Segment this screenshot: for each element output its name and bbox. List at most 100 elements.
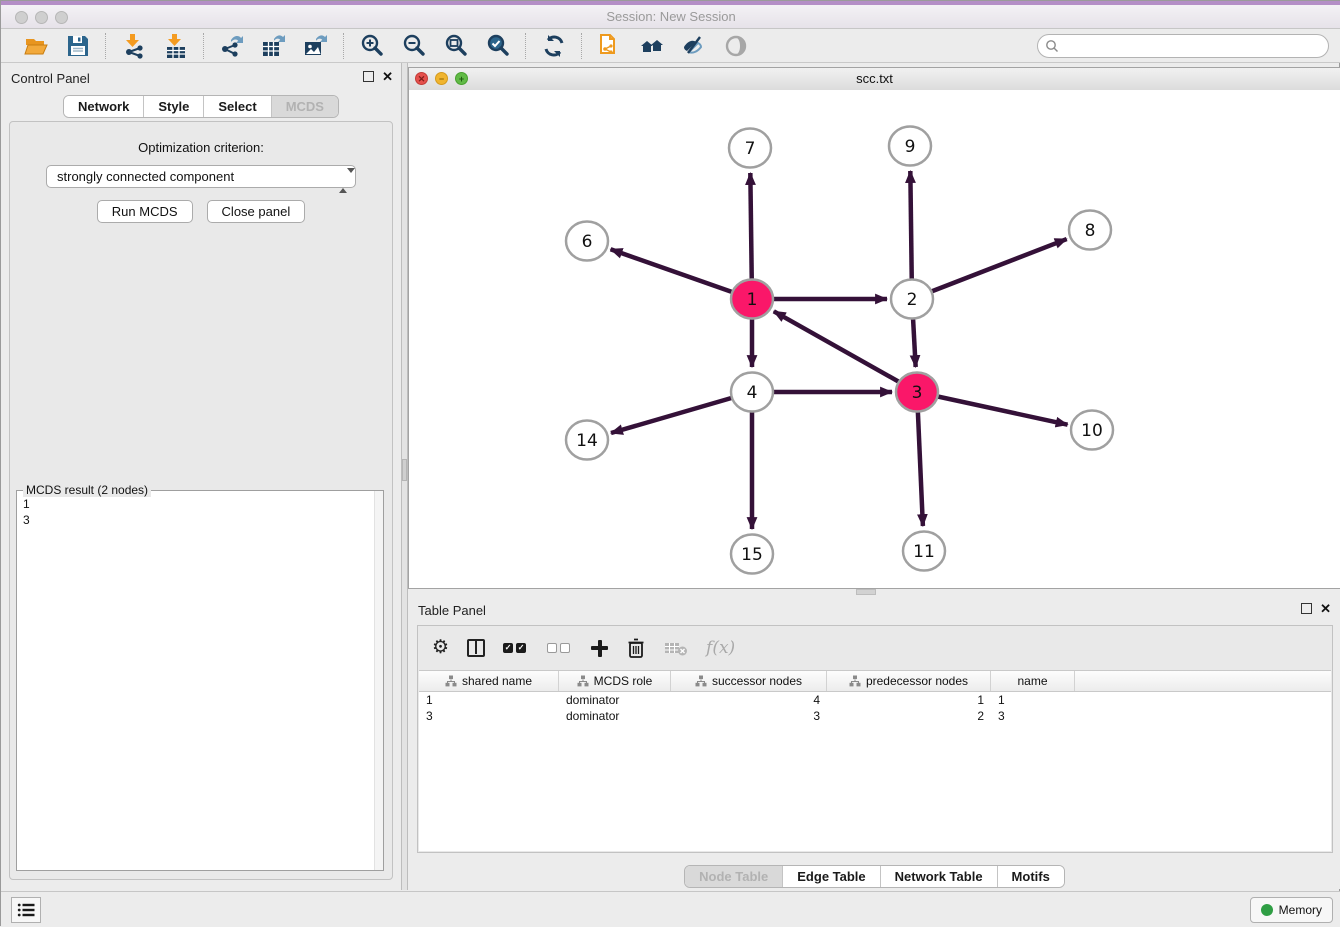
tab-network-table[interactable]: Network Table: [880, 866, 997, 887]
node-label: 1: [747, 290, 758, 310]
search-input[interactable]: [1037, 34, 1329, 58]
export-network-icon[interactable]: [219, 33, 245, 59]
table-cell: 4: [671, 692, 827, 708]
horizontal-splitter[interactable]: [408, 589, 1340, 597]
node-14[interactable]: 14: [566, 421, 608, 460]
table-row[interactable]: 3dominator323: [419, 708, 1331, 724]
network-canvas[interactable]: 7 9 6 8 1 2 4 3 14 10 15 11: [409, 90, 1340, 588]
column-label: predecessor nodes: [866, 674, 968, 688]
column-header-successor-nodes[interactable]: successor nodes: [671, 671, 827, 691]
node-4[interactable]: 4: [731, 373, 773, 412]
node-label: 14: [576, 431, 598, 451]
criterion-value: strongly connected component: [57, 169, 234, 184]
memory-label: Memory: [1279, 903, 1322, 917]
tab-style[interactable]: Style: [143, 96, 203, 117]
search-icon: [1045, 39, 1059, 53]
table-body: 1dominator4113dominator323: [419, 692, 1331, 851]
memory-button[interactable]: Memory: [1250, 897, 1333, 923]
tab-motifs[interactable]: Motifs: [997, 866, 1064, 887]
close-panel-icon[interactable]: ✕: [1320, 603, 1331, 614]
node-label: 2: [907, 290, 918, 310]
column-header-predecessor-nodes[interactable]: predecessor nodes: [827, 671, 991, 691]
add-row-icon[interactable]: [591, 640, 608, 657]
edge-1-6[interactable]: [611, 249, 752, 299]
column-header-shared-name[interactable]: shared name: [419, 671, 559, 691]
export-table-icon[interactable]: [261, 33, 287, 59]
first-neighbors-icon[interactable]: [639, 33, 665, 59]
edge-3-10[interactable]: [917, 392, 1068, 425]
network-graph[interactable]: 7 9 6 8 1 2 4 3 14 10 15 11: [409, 90, 1340, 588]
function-builder-icon[interactable]: f(x): [706, 638, 735, 658]
network-title: scc.txt: [409, 71, 1340, 86]
task-history-button[interactable]: [11, 897, 41, 923]
zoom-fit-icon[interactable]: [443, 33, 469, 59]
table-cell: 2: [827, 708, 991, 724]
tab-edge-table[interactable]: Edge Table: [782, 866, 879, 887]
unselect-all-columns-icon[interactable]: [547, 643, 573, 653]
column-type-icon: [577, 675, 589, 687]
save-session-icon[interactable]: [65, 33, 91, 59]
column-header-MCDS-role[interactable]: MCDS role: [559, 671, 671, 691]
node-11[interactable]: 11: [903, 532, 945, 571]
close-panel-button[interactable]: Close panel: [207, 200, 306, 223]
tab-select[interactable]: Select: [203, 96, 270, 117]
splitter-handle[interactable]: [402, 459, 407, 481]
tab-network[interactable]: Network: [64, 96, 143, 117]
float-panel-icon[interactable]: [363, 71, 374, 82]
table-cell: 3: [671, 708, 827, 724]
select-all-columns-icon[interactable]: ✓✓: [503, 643, 529, 653]
delete-table-icon[interactable]: [664, 639, 688, 657]
zoom-out-icon[interactable]: [401, 33, 427, 59]
zoom-selected-icon[interactable]: [485, 33, 511, 59]
vertical-splitter[interactable]: [401, 63, 408, 890]
node-8[interactable]: 8: [1069, 211, 1111, 250]
float-panel-icon[interactable]: [1301, 603, 1312, 614]
open-session-icon[interactable]: [23, 33, 49, 59]
table-row[interactable]: 1dominator411: [419, 692, 1331, 708]
import-table-icon[interactable]: [163, 33, 189, 59]
table-cell: dominator: [559, 708, 671, 724]
memory-status-icon: [1261, 904, 1273, 916]
export-image-icon[interactable]: [303, 33, 329, 59]
table-settings-icon[interactable]: ⚙: [432, 638, 449, 658]
status-bar: Memory: [1, 891, 1340, 927]
node-10[interactable]: 10: [1071, 411, 1113, 450]
column-label: shared name: [462, 674, 532, 688]
tab-node-table[interactable]: Node Table: [685, 866, 782, 887]
result-scrollbar[interactable]: [374, 491, 383, 870]
edge-3-1[interactable]: [774, 311, 917, 392]
mcds-result-lines[interactable]: 13: [17, 494, 375, 870]
table-header-row: shared name MCDS rolesuccessor nodes prede…: [419, 671, 1331, 692]
main-toolbar: [1, 29, 1340, 63]
criterion-select[interactable]: strongly connected component: [46, 165, 356, 188]
table-cell: 1: [991, 692, 1075, 708]
select-stepper-icon: [339, 170, 348, 184]
tab-mcds[interactable]: MCDS: [271, 96, 338, 117]
node-9[interactable]: 9: [889, 127, 931, 166]
graphics-details-icon[interactable]: [681, 33, 707, 59]
mcds-panel: Optimization criterion: strongly connect…: [9, 121, 393, 880]
node-2[interactable]: 2: [891, 280, 933, 319]
node-15[interactable]: 15: [731, 535, 773, 574]
node-7[interactable]: 7: [729, 129, 771, 168]
run-mcds-button[interactable]: Run MCDS: [97, 200, 193, 223]
edge-2-8[interactable]: [912, 239, 1067, 299]
table-cell: 3: [419, 708, 559, 724]
show-hide-panel-eye-icon[interactable]: [723, 33, 749, 59]
network-window-titlebar[interactable]: ✕ − + scc.txt: [409, 68, 1340, 91]
node-3[interactable]: 3: [896, 373, 938, 412]
table-cell: dominator: [559, 692, 671, 708]
table-tabs: Node TableEdge TableNetwork TableMotifs: [684, 865, 1065, 888]
column-header-name[interactable]: name: [991, 671, 1075, 691]
import-network-icon[interactable]: [121, 33, 147, 59]
delete-row-trash-icon[interactable]: [626, 637, 646, 659]
node-6[interactable]: 6: [566, 222, 608, 261]
duplicate-network-icon[interactable]: [597, 33, 623, 59]
column-label: name: [1017, 674, 1047, 688]
close-panel-icon[interactable]: ✕: [382, 71, 393, 82]
splitter-handle[interactable]: [856, 589, 876, 595]
node-1[interactable]: 1: [731, 280, 773, 319]
zoom-in-icon[interactable]: [359, 33, 385, 59]
show-columns-icon[interactable]: [467, 639, 485, 657]
apply-layout-icon[interactable]: [541, 33, 567, 59]
